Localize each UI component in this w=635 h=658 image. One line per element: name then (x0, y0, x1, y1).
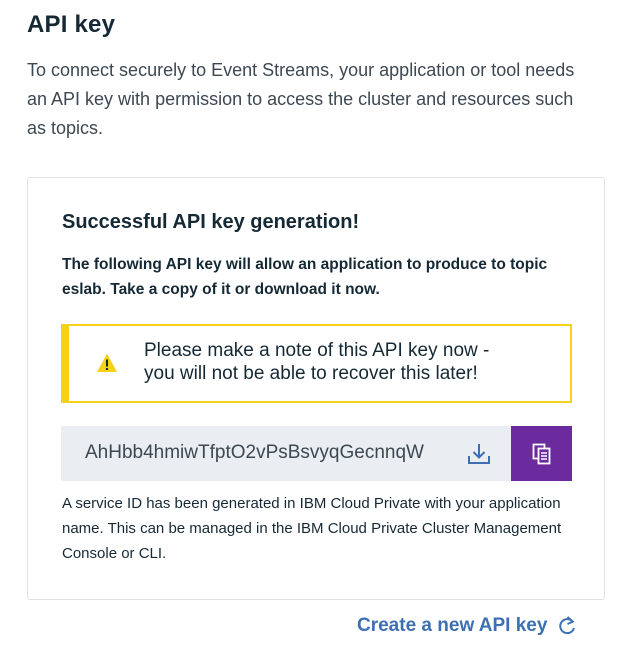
create-link-label: Create a new API key (357, 615, 548, 636)
download-button[interactable] (464, 439, 494, 469)
page-title: API key (27, 11, 116, 38)
api-key-value[interactable]: AhHbb4hmiwTfptO2vPsBsvyqGecnnqW (85, 442, 427, 464)
create-new-api-key-link[interactable]: Create a new API key (357, 615, 577, 637)
api-key-panel: API key To connect securely to Event Str… (0, 0, 635, 658)
service-id-note: A service ID has been generated in IBM C… (62, 495, 562, 562)
warning-triangle-icon (97, 353, 117, 372)
success-subtext: The following API key will allow an appl… (62, 256, 548, 298)
copy-icon (532, 443, 550, 464)
warning-line-1: Please make a note of this API key now - (144, 340, 490, 361)
api-key-result-card: Successful API key generation! The follo… (27, 177, 605, 600)
warning-message: Please make a note of this API key now -… (144, 339, 544, 385)
download-icon (468, 444, 490, 464)
warning-notification: Please make a note of this API key now -… (61, 324, 572, 403)
success-heading: Successful API key generation! (62, 211, 360, 233)
copy-button[interactable] (511, 426, 572, 481)
api-key-field[interactable]: AhHbb4hmiwTfptO2vPsBsvyqGecnnqW (61, 426, 511, 481)
refresh-icon (559, 616, 576, 635)
page-description: To connect securely to Event Streams, yo… (27, 60, 575, 138)
warning-line-2: you will not be able to recover this lat… (144, 363, 478, 384)
